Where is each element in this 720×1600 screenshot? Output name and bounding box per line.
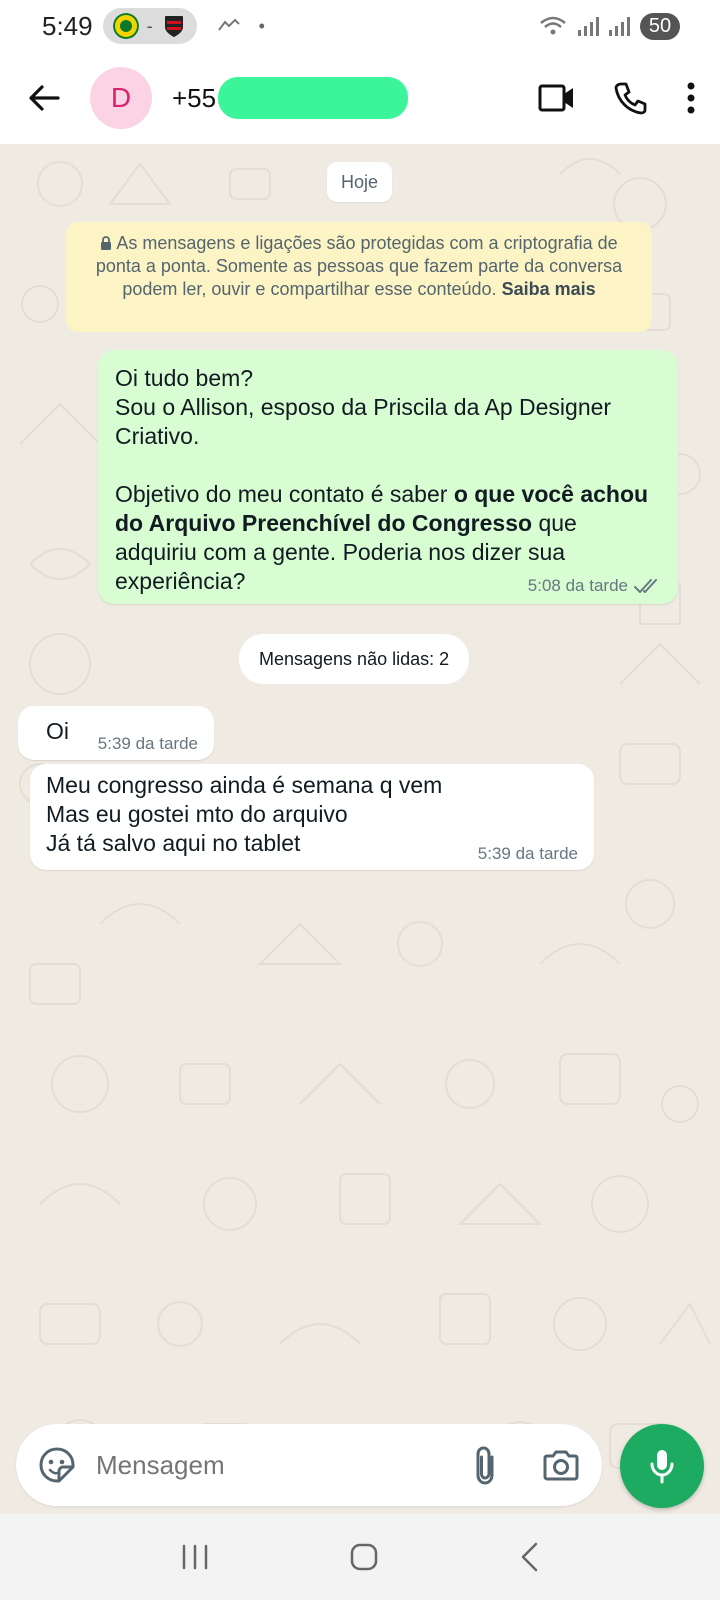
live-score-pill[interactable]: - [102, 8, 197, 44]
encryption-notice[interactable]: As mensagens e ligações são protegidas c… [66, 222, 652, 332]
signal-icon-2 [609, 16, 630, 36]
chat-header: D +55 [0, 52, 720, 144]
message-line: Sou o Allison, esposo da Priscila da Ap … [115, 394, 618, 449]
redaction-mark [218, 77, 409, 119]
message-line: Oi tudo bem? [115, 365, 254, 391]
more-options-button[interactable] [686, 82, 696, 114]
message-time: 5:08 da tarde [527, 576, 628, 595]
incoming-message[interactable]: Meu congresso ainda é semana q vem Mas e… [30, 764, 594, 870]
home-button[interactable] [349, 1542, 379, 1572]
recent-apps-icon [182, 1544, 207, 1570]
status-indicators: 50 [538, 12, 680, 40]
message-time: 5:39 da tarde [477, 844, 578, 863]
score-separator: - [146, 15, 153, 36]
phone-icon [614, 82, 647, 115]
status-dot: • [258, 15, 265, 36]
paperclip-icon [476, 1446, 494, 1485]
message-time: 5:39 da tarde [97, 734, 198, 753]
video-camera-icon [538, 84, 573, 112]
learn-more-link[interactable]: Saiba mais [502, 279, 596, 299]
kebab-menu-icon [687, 82, 695, 114]
signal-icon [578, 16, 599, 36]
camera-button[interactable] [542, 1449, 580, 1481]
sticker-icon [39, 1447, 75, 1483]
date-chip: Hoje [327, 162, 393, 202]
attach-button[interactable] [472, 1445, 498, 1485]
message-input[interactable] [96, 1449, 426, 1481]
unread-messages-chip: Mensagens não lidas: 2 [239, 634, 470, 684]
home-icon [350, 1543, 378, 1571]
arrow-left-icon [29, 85, 60, 111]
wifi-icon [540, 16, 566, 35]
video-call-button[interactable] [538, 83, 576, 113]
camera-icon [543, 1450, 579, 1481]
team-badge-icon [112, 13, 139, 39]
sticker-button[interactable] [38, 1446, 76, 1484]
header-actions [538, 81, 696, 115]
message-meta: 5:08 da tarde [528, 576, 662, 596]
battery-indicator: 50 [640, 12, 680, 40]
message-meta: 5:39 da tarde [98, 734, 198, 754]
lock-icon [101, 236, 112, 250]
outgoing-message[interactable]: Oi tudo bem? Sou o Allison, esposo da Pr… [98, 350, 678, 604]
message-text: Objetivo do meu contato é saber [115, 481, 454, 507]
system-navigation-bar [0, 1514, 720, 1600]
double-check-icon [634, 579, 657, 593]
team-shield-icon [164, 16, 183, 37]
chevron-left-icon [522, 1542, 538, 1572]
microphone-icon [650, 1450, 674, 1484]
status-bar: 5:49 - • 50 [0, 0, 720, 52]
system-back-button[interactable] [518, 1541, 540, 1573]
chat-area[interactable]: Hoje As mensagens e ligações são protegi… [0, 144, 720, 1514]
composer-actions [472, 1445, 580, 1485]
voice-call-button[interactable] [614, 81, 648, 115]
recent-apps-button[interactable] [180, 1543, 210, 1571]
back-button[interactable] [24, 78, 64, 118]
contact-name[interactable]: +55 [172, 83, 216, 114]
voice-message-button[interactable] [620, 1424, 704, 1508]
notification-icon [217, 18, 240, 31]
message-meta: 5:39 da tarde [478, 844, 578, 864]
incoming-message[interactable]: Oi 5:39 da tarde [18, 706, 214, 760]
message-composer [16, 1424, 602, 1506]
status-time: 5:49 [42, 10, 93, 41]
contact-avatar[interactable]: D [90, 67, 152, 129]
